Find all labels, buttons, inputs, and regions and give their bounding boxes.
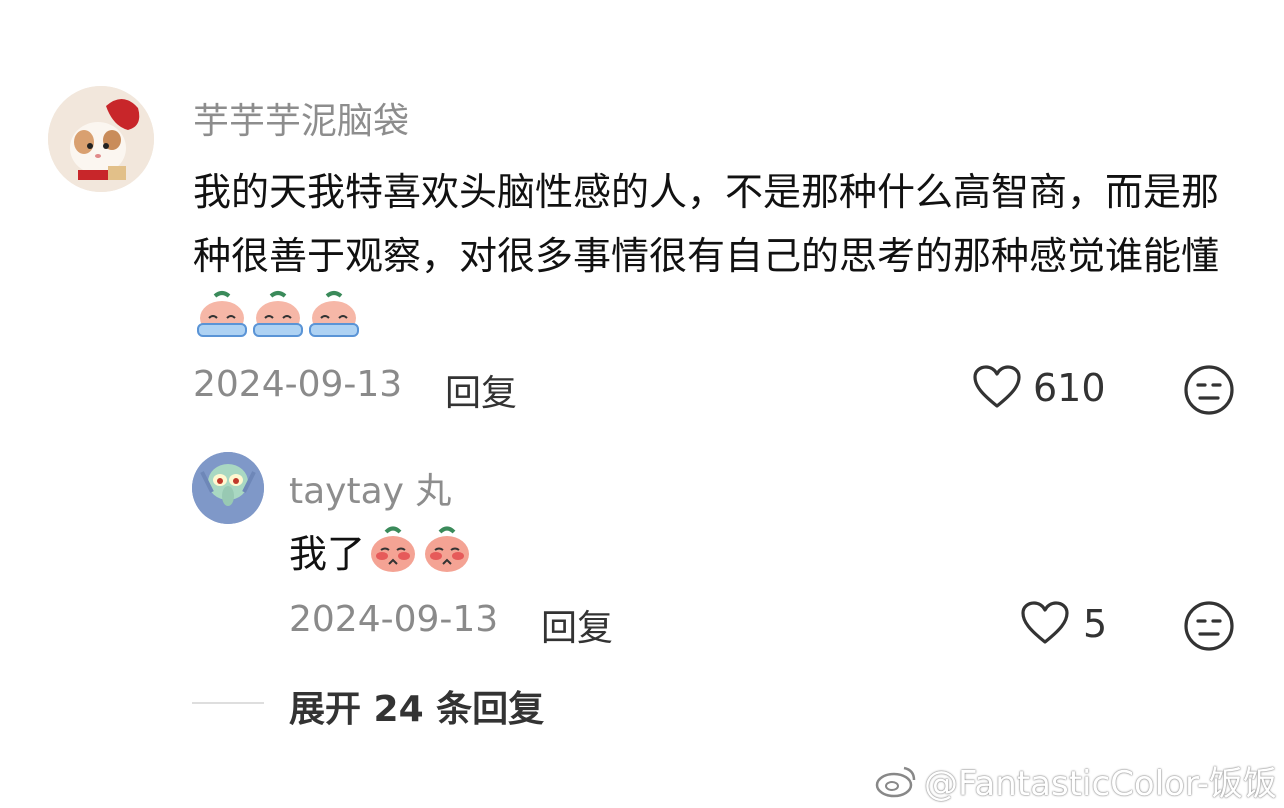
expand-replies-button[interactable]: 展开 24 条回复 bbox=[289, 680, 544, 732]
crying-emoji bbox=[307, 288, 361, 357]
watermark-text: @FantasticColor-饭饭 bbox=[924, 764, 1278, 804]
blushing-emoji bbox=[421, 522, 473, 591]
comment-date: 2024-09-13 bbox=[193, 364, 403, 405]
watermark: @FantasticColor-饭饭 bbox=[874, 756, 1277, 807]
comment-body: 我了 bbox=[289, 532, 366, 576]
squidward-avatar-icon bbox=[192, 452, 264, 524]
reply-button[interactable]: 回复 bbox=[541, 599, 613, 651]
weibo-icon bbox=[874, 764, 918, 807]
comment-body: 我的天我特喜欢头脑性感的人，不是那种什么高智商，而是那种很善于观察，对很多事情很… bbox=[193, 170, 1220, 278]
reply-button[interactable]: 回复 bbox=[445, 364, 517, 416]
meh-face-icon[interactable] bbox=[1183, 364, 1235, 420]
comment-date: 2024-09-13 bbox=[289, 599, 499, 640]
blushing-emoji bbox=[367, 522, 419, 591]
like-count: 610 bbox=[1033, 366, 1106, 410]
heart-outline-icon[interactable] bbox=[972, 364, 1022, 414]
comment-text: 我的天我特喜欢头脑性感的人，不是那种什么高智商，而是那种很善于观察，对很多事情很… bbox=[193, 160, 1253, 357]
divider bbox=[192, 702, 264, 704]
cat-avatar-icon bbox=[48, 86, 154, 192]
username[interactable]: taytay 丸 bbox=[289, 462, 451, 514]
avatar[interactable] bbox=[192, 452, 264, 524]
username[interactable]: 芋芋芋泥脑袋 bbox=[193, 92, 409, 144]
meh-face-icon[interactable] bbox=[1183, 600, 1235, 656]
heart-outline-icon[interactable] bbox=[1020, 600, 1070, 650]
crying-emoji bbox=[251, 288, 305, 357]
comment-text: 我了 bbox=[289, 522, 473, 591]
avatar[interactable] bbox=[48, 86, 154, 192]
crying-emoji bbox=[195, 288, 249, 357]
like-count: 5 bbox=[1083, 602, 1108, 646]
